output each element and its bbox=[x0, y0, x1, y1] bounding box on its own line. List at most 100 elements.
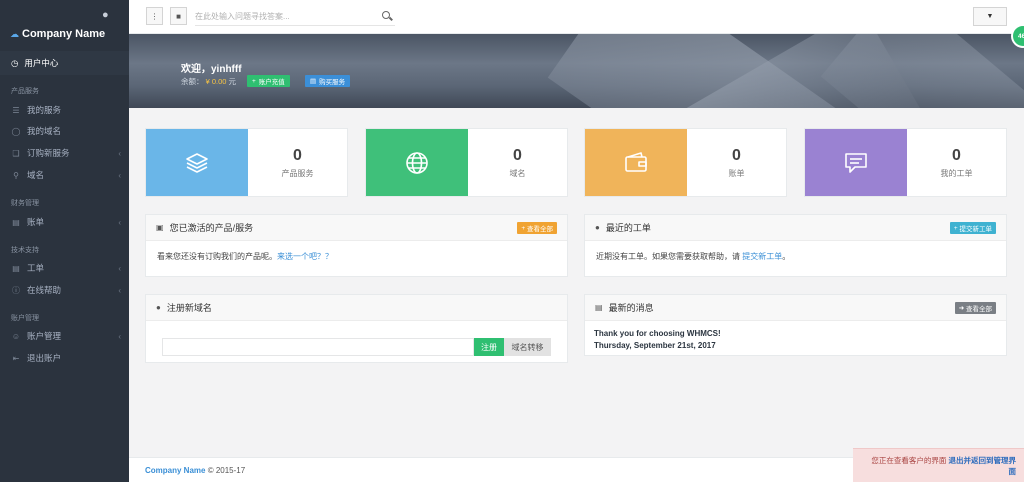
panel-title: 最近的工单 bbox=[605, 223, 651, 233]
logout-icon: ⇤ bbox=[12, 353, 20, 363]
cube-icon: ▣ bbox=[156, 223, 164, 232]
arrow-right-icon: ➜ bbox=[958, 305, 966, 312]
sidebar-header: ● ☁ Company Name bbox=[0, 0, 129, 44]
menu-toggle-button[interactable]: ⋮ bbox=[146, 7, 163, 25]
stat-value: 0 bbox=[513, 146, 522, 164]
search-icon: ⚲ bbox=[13, 170, 19, 180]
sidebar-item-label: 域名 bbox=[27, 170, 45, 180]
sidebar-item-tickets[interactable]: ▤ 工单 ‹ bbox=[0, 258, 129, 278]
balance-text: 余额： ¥ 0.00 元 bbox=[181, 77, 237, 86]
panel-header: ▣ 您已激活的产品/服务 + 查看全部 bbox=[146, 215, 567, 241]
sidebar-item-label: 账单 bbox=[27, 217, 45, 227]
footer-company[interactable]: Company Name bbox=[145, 466, 205, 475]
panel-title: 注册新域名 bbox=[166, 303, 212, 313]
user-icon: ☺ bbox=[11, 331, 21, 341]
panel-header: ● 注册新域名 bbox=[146, 295, 567, 321]
recent-tickets-panel: ● 最近的工单 + 提交新工单 近期没有工单。如果您需要获取帮助，请 提交新工单… bbox=[584, 214, 1007, 277]
choose-product-link[interactable]: 来选一个吧？？ bbox=[277, 252, 333, 261]
chevron-left-icon: ‹ bbox=[118, 170, 121, 180]
cart-icon: ❑ bbox=[12, 148, 20, 158]
stat-value: 0 bbox=[952, 146, 961, 164]
sidebar: ● ☁ Company Name ◷ 用户中心 产品服务 ☰ 我的服务 ◯ 我的… bbox=[0, 0, 129, 482]
sidebar-item-label: 退出账户 bbox=[27, 353, 62, 363]
panel-title: 最新的消息 bbox=[608, 303, 654, 313]
news-item[interactable]: Thank you for choosing WHMCS! Thursday, … bbox=[585, 321, 1006, 359]
chevron-left-icon: ‹ bbox=[118, 285, 121, 295]
stat-card-services[interactable]: 0 产品服务 bbox=[145, 128, 348, 197]
welcome-text: 欢迎，yinhfff bbox=[181, 64, 242, 75]
footer-copyright: © 2015-17 bbox=[207, 465, 246, 475]
sidebar-item-label: 订购新服务 bbox=[27, 148, 70, 158]
dashboard-icon: ◷ bbox=[11, 57, 19, 68]
wallet-icon bbox=[585, 129, 687, 196]
chevron-left-icon: ‹ bbox=[118, 263, 121, 273]
stat-label: 产品服务 bbox=[281, 168, 314, 178]
language-toggle-button[interactable]: ■ bbox=[170, 7, 187, 25]
admin-view-notice: 您正在查看客户的界面 退出并返回到管理界面 bbox=[853, 448, 1024, 482]
view-all-products-button[interactable]: + 查看全部 bbox=[517, 222, 557, 234]
sidebar-item-label: 我的服务 bbox=[27, 105, 62, 115]
stat-card-domains[interactable]: 0 域名 bbox=[365, 128, 568, 197]
water-drop-icon[interactable]: ● bbox=[102, 9, 109, 21]
help-icon: ⓘ bbox=[12, 285, 20, 295]
search-icon[interactable] bbox=[382, 11, 390, 19]
stat-value: 0 bbox=[293, 146, 302, 164]
sidebar-section-account: 账户管理 bbox=[11, 315, 39, 322]
sidebar-item-my-services[interactable]: ☰ 我的服务 bbox=[0, 100, 129, 120]
latest-news-panel: ▤ 最新的消息 ➜ 查看全部 Thank you for choosing WH… bbox=[584, 294, 1007, 356]
sidebar-item-label: 工单 bbox=[27, 263, 45, 273]
layers-icon: ☰ bbox=[12, 105, 20, 115]
sidebar-item-label: 在线帮助 bbox=[27, 285, 62, 295]
sidebar-item-my-domains[interactable]: ◯ 我的域名 bbox=[0, 121, 129, 141]
sidebar-section-products: 产品服务 bbox=[11, 88, 39, 95]
sidebar-section-support: 技术支持 bbox=[11, 247, 39, 254]
globe-icon bbox=[366, 129, 468, 196]
brand-logo[interactable]: ☁ Company Name bbox=[10, 28, 105, 40]
domain-search-input[interactable] bbox=[162, 338, 474, 356]
cart-icon: ▤ bbox=[310, 78, 317, 85]
submit-ticket-link[interactable]: 提交新工单 bbox=[742, 252, 782, 261]
welcome-banner: 欢迎，yinhfff 余额： ¥ 0.00 元 + 账户充值 ▤ 购买服务 bbox=[129, 34, 1024, 108]
sidebar-item-help[interactable]: ⓘ 在线帮助 ‹ bbox=[0, 280, 129, 300]
register-domain-button[interactable]: 注册 bbox=[474, 338, 504, 356]
panel-header: ▤ 最新的消息 ➜ 查看全部 bbox=[585, 295, 1006, 321]
chevron-left-icon: ‹ bbox=[118, 148, 121, 158]
new-ticket-button[interactable]: + 提交新工单 bbox=[949, 222, 996, 234]
newspaper-icon: ▤ bbox=[595, 303, 603, 312]
brand-name: Company Name bbox=[22, 28, 106, 40]
panel-body: 近期没有工单。如果您需要获取帮助，请 提交新工单。 bbox=[596, 252, 791, 261]
stat-card-invoices[interactable]: 0 账单 bbox=[584, 128, 787, 197]
sidebar-item-logout[interactable]: ⇤ 退出账户 bbox=[0, 348, 129, 368]
user-dropdown-button[interactable]: ▼ bbox=[973, 7, 1007, 26]
chevron-left-icon: ‹ bbox=[118, 217, 121, 227]
news-date: Thursday, September 21st, 2017 bbox=[594, 341, 716, 350]
stat-label: 域名 bbox=[509, 168, 526, 178]
sidebar-item-dashboard[interactable]: ◷ 用户中心 bbox=[0, 51, 129, 75]
transfer-domain-button[interactable]: 域名转移 bbox=[504, 338, 551, 356]
stat-label: 账单 bbox=[728, 168, 745, 178]
cloud-icon: ☁ bbox=[10, 28, 19, 39]
panel-header: ● 最近的工单 + 提交新工单 bbox=[585, 215, 1006, 241]
sidebar-item-invoices[interactable]: ▤ 账单 ‹ bbox=[0, 212, 129, 232]
globe-icon: ◯ bbox=[11, 126, 21, 136]
register-domain-panel: ● 注册新域名 注册 域名转移 bbox=[145, 294, 568, 363]
plus-icon: + bbox=[252, 77, 256, 85]
globe-icon: ● bbox=[156, 303, 161, 312]
buy-service-button[interactable]: ▤ 购买服务 bbox=[305, 75, 351, 87]
recharge-button[interactable]: + 账户充值 bbox=[247, 75, 290, 87]
news-headline: Thank you for choosing WHMCS! bbox=[594, 329, 721, 338]
balance-amount: ¥ 0.00 bbox=[205, 77, 227, 86]
sidebar-item-label: 用户中心 bbox=[24, 58, 59, 68]
sidebar-item-label: 我的域名 bbox=[27, 126, 62, 136]
sidebar-item-label: 账户管理 bbox=[27, 331, 62, 341]
view-all-news-button[interactable]: ➜ 查看全部 bbox=[954, 302, 996, 314]
search-input[interactable]: 在此处输入问题寻找答案... bbox=[195, 8, 395, 26]
comment-icon bbox=[805, 129, 907, 196]
sidebar-section-billing: 财务管理 bbox=[11, 200, 39, 207]
sidebar-item-order[interactable]: ❑ 订购新服务 ‹ bbox=[0, 143, 129, 163]
top-navbar: ⋮ ■ 在此处输入问题寻找答案... ▼ bbox=[129, 0, 1024, 34]
sidebar-item-account[interactable]: ☺ 账户管理 ‹ bbox=[0, 326, 129, 346]
sidebar-item-domains[interactable]: ⚲ 域名 ‹ bbox=[0, 165, 129, 185]
return-to-admin-link[interactable]: 退出并返回到管理界面 bbox=[949, 456, 1017, 476]
stat-card-tickets[interactable]: 0 我的工单 bbox=[804, 128, 1007, 197]
